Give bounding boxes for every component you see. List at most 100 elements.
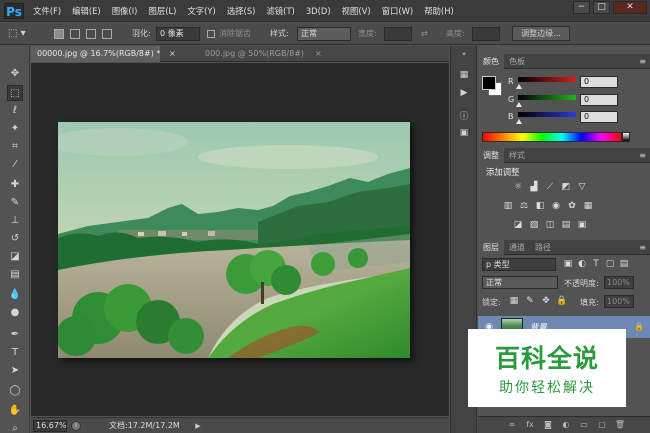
menu-image[interactable]: 图像(I)	[112, 0, 138, 22]
filter-smart-icon[interactable]: ▤	[618, 259, 630, 270]
close-tab-icon[interactable]: ×	[169, 46, 176, 62]
threshold-icon[interactable]: ◫	[544, 220, 556, 231]
color-balance-icon[interactable]: ⚖	[518, 201, 530, 212]
lock-image-icon[interactable]: ✎	[524, 296, 536, 307]
history-brush-icon[interactable]: ↺	[7, 231, 23, 247]
red-slider[interactable]	[518, 77, 576, 82]
red-value-input[interactable]: 0	[580, 76, 618, 88]
close-tab-icon[interactable]: ×	[315, 46, 322, 62]
blue-value-input[interactable]: 0	[580, 111, 618, 123]
green-value-input[interactable]: 0	[580, 94, 618, 106]
menu-edit[interactable]: 编辑(E)	[72, 0, 101, 22]
color-lookup-icon[interactable]: ▦	[582, 201, 594, 212]
tab-channels[interactable]: 通道	[504, 240, 530, 255]
marquee-preset-icon[interactable]: ⬚ ▾	[8, 23, 26, 45]
eraser-tool-icon[interactable]: ◪	[7, 249, 23, 265]
tab-layers[interactable]: 图层	[478, 240, 504, 255]
tab-paths[interactable]: 路径	[530, 240, 556, 255]
menu-help[interactable]: 帮助(H)	[424, 0, 454, 22]
zoom-level-input[interactable]: 16.67%	[33, 420, 67, 432]
menu-view[interactable]: 视图(V)	[342, 0, 371, 22]
menu-window[interactable]: 窗口(W)	[382, 0, 414, 22]
green-slider[interactable]	[518, 95, 576, 100]
delete-layer-icon[interactable]: 🗑	[614, 419, 626, 431]
black-white-ramp[interactable]	[622, 132, 630, 142]
menu-layer[interactable]: 图层(L)	[148, 0, 176, 22]
maximize-button[interactable]: □	[593, 1, 610, 14]
menu-type[interactable]: 文字(Y)	[187, 0, 215, 22]
info-panel-icon[interactable]: ▣	[456, 126, 472, 140]
lasso-tool-icon[interactable]: ℓ	[7, 103, 23, 119]
posterize-icon[interactable]: ▨	[528, 220, 540, 231]
blend-mode-select[interactable]: 正常	[482, 276, 558, 289]
blue-slider-thumb[interactable]	[516, 119, 522, 124]
photo-filter-icon[interactable]: ◉	[550, 201, 562, 212]
tab-document-inactive[interactable]: 000.jpg @ 50%(RGB/8#) ×	[199, 46, 339, 62]
tab-color[interactable]: 颜色	[478, 54, 504, 69]
subtract-selection-icon[interactable]	[86, 29, 96, 39]
status-menu-arrow-icon[interactable]: ▶	[193, 420, 203, 432]
layer-filter-select[interactable]: p 类型	[482, 258, 556, 271]
panel-menu-icon[interactable]: ≡	[639, 54, 646, 69]
blue-slider[interactable]	[518, 112, 576, 117]
filter-shape-icon[interactable]: ▢	[604, 259, 616, 270]
marquee-tool-icon[interactable]: ⬚	[7, 85, 23, 101]
minimize-button[interactable]: −	[573, 1, 590, 14]
filter-type-icon[interactable]: T	[590, 259, 602, 270]
channel-mixer-icon[interactable]: ✿	[566, 201, 578, 212]
add-selection-icon[interactable]	[70, 29, 80, 39]
tab-document-active[interactable]: 00000.jpg @ 16.7%(RGB/8#) * ×	[31, 46, 176, 62]
feather-input[interactable]: 0 像素	[156, 27, 200, 41]
lock-position-icon[interactable]: ✥	[540, 296, 552, 307]
selective-color-icon[interactable]: ▣	[576, 220, 588, 231]
brush-tool-icon[interactable]: ✎	[7, 195, 23, 211]
new-layer-icon[interactable]: ▢	[596, 419, 608, 431]
green-slider-thumb[interactable]	[516, 102, 522, 107]
tab-swatches[interactable]: 色板	[504, 54, 530, 69]
tab-styles[interactable]: 样式	[504, 148, 530, 163]
style-select[interactable]: 正常	[297, 27, 351, 41]
red-slider-thumb[interactable]	[516, 84, 522, 89]
width-input[interactable]	[384, 27, 412, 41]
shape-tool-icon[interactable]: ◯	[7, 383, 23, 399]
height-input[interactable]	[472, 27, 500, 41]
blur-tool-icon[interactable]: 💧	[7, 287, 23, 303]
move-tool-icon[interactable]: ✥	[7, 66, 23, 82]
gradient-tool-icon[interactable]: ▤	[7, 267, 23, 283]
filter-adjust-icon[interactable]: ◐	[576, 259, 588, 270]
actions-panel-icon[interactable]: ▶	[456, 86, 472, 100]
collapse-strip-icon[interactable]: »	[456, 50, 472, 58]
link-layers-icon[interactable]: ∞	[506, 419, 518, 431]
path-selection-icon[interactable]: ➤	[7, 363, 23, 379]
lock-transparent-icon[interactable]: ▦	[508, 296, 520, 307]
healing-brush-icon[interactable]: ✚	[7, 177, 23, 193]
magic-wand-icon[interactable]: ✦	[7, 121, 23, 137]
properties-panel-icon[interactable]: ⓘ	[456, 110, 472, 124]
new-selection-icon[interactable]	[54, 29, 64, 39]
swap-icon[interactable]: ⇄	[421, 23, 428, 45]
menu-file[interactable]: 文件(F)	[33, 0, 61, 22]
menu-select[interactable]: 选择(S)	[227, 0, 256, 22]
brightness-contrast-icon[interactable]: ☼	[512, 182, 524, 193]
levels-icon[interactable]: ▟	[528, 182, 540, 193]
hue-saturation-icon[interactable]: ▥	[502, 201, 514, 212]
gradient-map-icon[interactable]: ▤	[560, 220, 572, 231]
dodge-tool-icon[interactable]: ●	[7, 305, 23, 321]
layer-style-icon[interactable]: fx	[524, 419, 536, 431]
intersect-selection-icon[interactable]	[102, 29, 112, 39]
fill-input[interactable]: 100%	[604, 295, 634, 308]
new-adjustment-icon[interactable]: ◐	[560, 419, 572, 431]
history-panel-icon[interactable]: ▦	[456, 68, 472, 82]
antialias-checkbox[interactable]	[207, 30, 215, 38]
eyedropper-tool-icon[interactable]: ⁄	[7, 157, 23, 173]
curves-icon[interactable]: ⟋	[544, 182, 556, 193]
canvas-area[interactable]	[31, 63, 449, 416]
tab-adjustments[interactable]: 调整	[478, 148, 504, 163]
menu-3d[interactable]: 3D(D)	[306, 0, 331, 22]
menu-filter[interactable]: 滤镜(T)	[266, 0, 294, 22]
type-tool-icon[interactable]: T	[7, 345, 23, 361]
exposure-icon[interactable]: ◩	[560, 182, 572, 193]
foreground-color-swatch-top[interactable]	[482, 76, 496, 90]
panel-menu-icon[interactable]: ≡	[639, 148, 646, 163]
hand-tool-icon[interactable]: ✋	[7, 403, 23, 419]
